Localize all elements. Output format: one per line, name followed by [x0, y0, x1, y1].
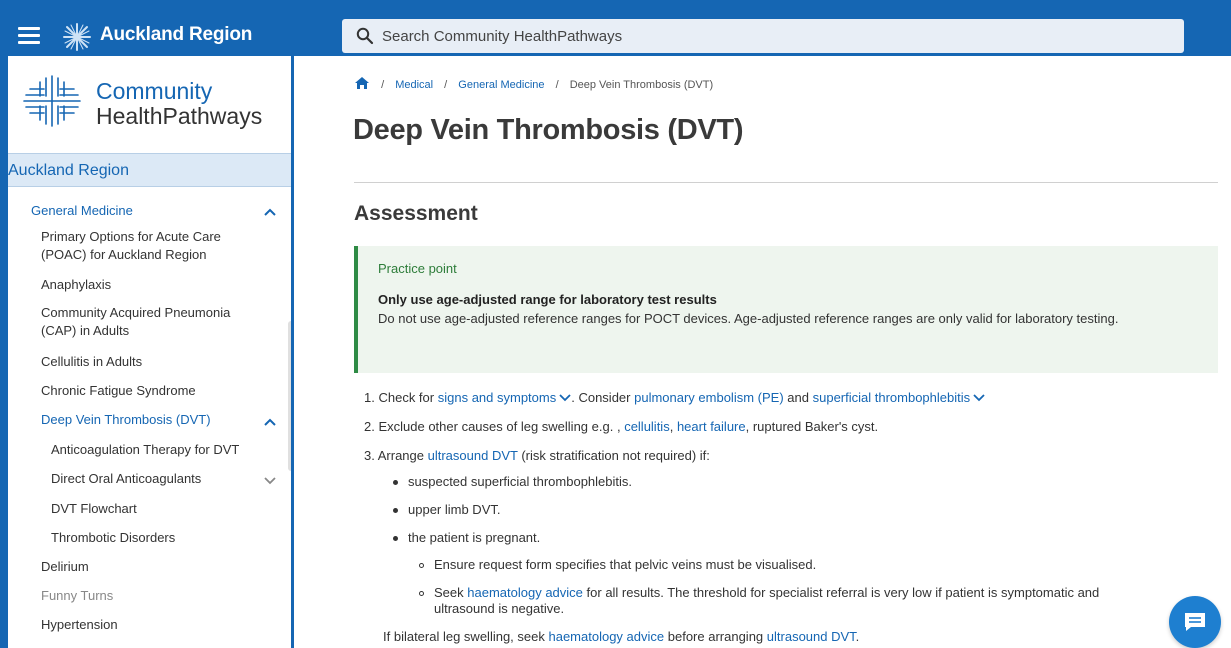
breadcrumb-current: Deep Vein Thrombosis (DVT): [569, 79, 714, 91]
section-title-assessment: Assessment: [354, 202, 478, 225]
breadcrumb: / Medical / General Medicine / Deep Vein…: [354, 76, 713, 91]
sidebar-item-poac[interactable]: Primary Options for Acute Care: [41, 228, 221, 246]
breadcrumb-medical[interactable]: Medical: [395, 79, 433, 91]
bullet: [393, 536, 398, 541]
sub-bullet-item: Ensure request form specifies that pelvi…: [434, 557, 817, 572]
sub-bullet-item-continued: ultrasound is negative.: [434, 601, 565, 616]
region-title[interactable]: Auckland Region: [100, 24, 252, 46]
step-2: 2. Exclude other causes of leg swelling …: [364, 419, 879, 434]
sidebar-item-funny-turns[interactable]: Funny Turns: [41, 587, 113, 605]
sub-bullet: [419, 563, 424, 568]
sidebar-item-poac-line2[interactable]: (POAC) for Auckland Region: [41, 246, 206, 264]
sidebar-region-label: Auckland Region: [8, 162, 129, 179]
sidebar-item-cellulitis[interactable]: Cellulitis in Adults: [41, 353, 142, 371]
logo-text-community: Community: [96, 78, 213, 104]
search-input[interactable]: [382, 19, 1162, 53]
step-1: 1. Check for signs and symptoms. Conside…: [364, 390, 985, 405]
superficial-thrombophlebitis-link[interactable]: superficial thrombophlebitis: [813, 390, 971, 405]
sidebar: Community HealthPathways Auckland Region…: [0, 56, 294, 648]
haematology-advice-link[interactable]: haematology advice: [467, 585, 583, 600]
chat-button[interactable]: [1169, 596, 1221, 648]
sidebar-nav: General Medicine Primary Options for Acu…: [8, 187, 291, 648]
sidebar-region-header[interactable]: Auckland Region: [8, 153, 291, 187]
sub-bullet-item: Seek haematology advice for all results.…: [434, 585, 1100, 600]
heart-failure-link[interactable]: heart failure: [677, 419, 746, 434]
chevron-down-icon[interactable]: [263, 476, 277, 486]
healthpathways-star-icon: [63, 23, 91, 51]
sidebar-item-delirium[interactable]: Delirium: [41, 558, 89, 576]
practice-point-box: Practice point Only use age-adjusted ran…: [354, 246, 1218, 373]
divider: [354, 182, 1218, 183]
pulmonary-embolism-link[interactable]: pulmonary embolism (PE): [634, 390, 784, 405]
home-icon[interactable]: [354, 76, 370, 90]
sidebar-item-anaphylaxis[interactable]: Anaphylaxis: [41, 276, 111, 294]
haematology-advice-link[interactable]: haematology advice: [548, 629, 664, 644]
logo-text-healthpathways: HealthPathways: [96, 103, 263, 129]
bullet-item: suspected superficial thrombophlebitis.: [408, 474, 633, 489]
bullet: [393, 508, 398, 513]
menu-icon[interactable]: [18, 27, 40, 45]
breadcrumb-separator: /: [444, 79, 448, 91]
bullet-item: upper limb DVT.: [408, 502, 501, 517]
search-icon: [356, 27, 374, 45]
bullet: [393, 480, 398, 485]
breadcrumb-general-medicine[interactable]: General Medicine: [458, 79, 544, 91]
chevron-down-icon[interactable]: [559, 394, 571, 402]
sub-bullet: [419, 591, 424, 596]
sidebar-item-doac[interactable]: Direct Oral Anticoagulants: [51, 470, 201, 488]
sidebar-item-cap-line2[interactable]: (CAP) in Adults: [41, 322, 129, 340]
sidebar-item-thrombotic-disorders[interactable]: Thrombotic Disorders: [51, 529, 175, 547]
chevron-up-icon[interactable]: [263, 207, 277, 217]
practice-point-heading: Only use age-adjusted range for laborato…: [378, 292, 717, 307]
search-bar[interactable]: [342, 19, 1184, 53]
sidebar-item-general-medicine[interactable]: General Medicine: [31, 202, 133, 220]
step-3: 3. Arrange ultrasound DVT (risk stratifi…: [364, 448, 710, 463]
ultrasound-dvt-link[interactable]: ultrasound DVT: [428, 448, 518, 463]
signs-and-symptoms-link[interactable]: signs and symptoms: [438, 390, 557, 405]
bullet-item: the patient is pregnant.: [408, 530, 541, 545]
breadcrumb-separator: /: [555, 79, 559, 91]
sidebar-item-chronic-fatigue[interactable]: Chronic Fatigue Syndrome: [41, 382, 196, 400]
ultrasound-dvt-link[interactable]: ultrasound DVT: [767, 629, 856, 644]
sidebar-item-dvt[interactable]: Deep Vein Thrombosis (DVT): [41, 411, 211, 429]
chat-icon: [1185, 613, 1205, 631]
logo[interactable]: Community HealthPathways: [8, 56, 291, 153]
sidebar-item-anticoagulation[interactable]: Anticoagulation Therapy for DVT: [51, 441, 239, 459]
practice-point-label: Practice point: [378, 261, 457, 276]
sidebar-item-hypertension[interactable]: Hypertension: [41, 616, 118, 634]
chevron-up-icon[interactable]: [263, 417, 277, 427]
bilateral-note: If bilateral leg swelling, seek haematol…: [383, 629, 860, 644]
cellulitis-link[interactable]: cellulitis: [624, 419, 670, 434]
breadcrumb-separator: /: [381, 79, 385, 91]
chevron-down-icon[interactable]: [973, 394, 985, 402]
practice-point-body: Do not use age-adjusted reference ranges…: [378, 311, 1119, 326]
healthpathways-logo-icon: [23, 75, 81, 127]
page-title: Deep Vein Thrombosis (DVT): [353, 114, 744, 146]
sidebar-item-dvt-flowchart[interactable]: DVT Flowchart: [51, 500, 137, 518]
sidebar-item-cap[interactable]: Community Acquired Pneumonia: [41, 304, 230, 322]
